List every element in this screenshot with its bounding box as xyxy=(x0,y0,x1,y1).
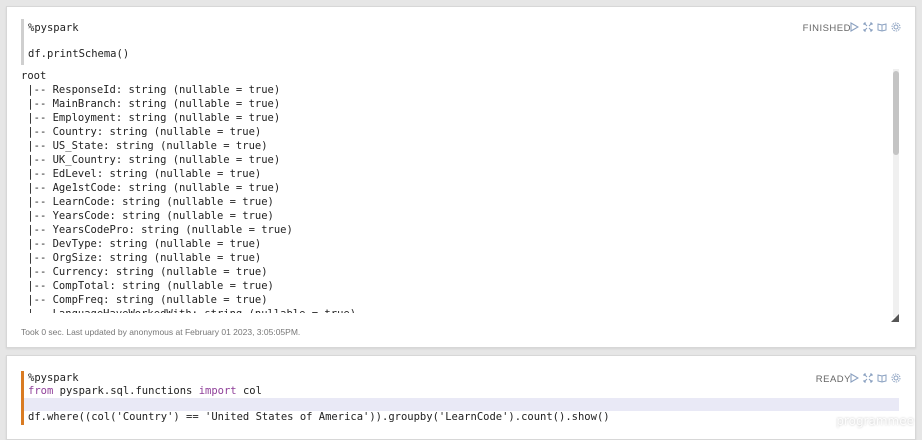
keyword-import: import xyxy=(198,385,237,397)
schema-field: |-- US_State: string (nullable = true) xyxy=(21,140,268,152)
code-editor[interactable]: %pyspark from pyspark.sql.functions impo… xyxy=(21,371,899,425)
resize-handle-icon[interactable] xyxy=(891,309,899,322)
schema-field: |-- CompTotal: string (nullable = true) xyxy=(21,280,274,292)
imported-name: col xyxy=(236,385,262,397)
schema-field: |-- YearsCodePro: string (nullable = tru… xyxy=(21,224,293,236)
paragraph-footer: Took 0 sec. Last updated by anonymous at… xyxy=(21,327,301,337)
keyword-from: from xyxy=(28,385,54,397)
run-icon[interactable] xyxy=(849,21,859,33)
paragraph-controls xyxy=(849,372,901,384)
schema-field: |-- Age1stCode: string (nullable = true) xyxy=(21,182,281,194)
schema-output[interactable]: root |-- ResponseId: string (nullable = … xyxy=(21,69,899,319)
scrollbar-thumb[interactable] xyxy=(893,71,899,155)
current-line-highlight xyxy=(24,398,899,411)
paragraph-controls xyxy=(849,21,901,33)
paragraph-where-query: %pyspark from pyspark.sql.functions impo… xyxy=(6,355,916,440)
code-line-1: %pyspark xyxy=(28,22,79,34)
paragraph-status: READY xyxy=(815,374,851,385)
schema-field: |-- ResponseId: string (nullable = true) xyxy=(21,84,281,96)
schema-field: |-- EdLevel: string (nullable = true) xyxy=(21,168,262,180)
schema-field: |-- Employment: string (nullable = true) xyxy=(21,112,281,124)
code-line-4: df.where((col('Country') == 'United Stat… xyxy=(28,411,610,423)
schema-field: |-- Currency: string (nullable = true) xyxy=(21,266,268,278)
schema-field: |-- DevType: string (nullable = true) xyxy=(21,238,262,250)
schema-field: |-- LearnCode: string (nullable = true) xyxy=(21,196,274,208)
expand-icon[interactable] xyxy=(863,372,873,384)
schema-field: |-- OrgSize: string (nullable = true) xyxy=(21,252,262,264)
book-icon[interactable] xyxy=(877,372,887,384)
schema-root: root xyxy=(21,70,47,82)
run-icon[interactable] xyxy=(849,372,859,384)
module-name: pyspark.sql.functions xyxy=(53,385,199,397)
code-line-2: from pyspark.sql.functions import col xyxy=(28,385,262,397)
paragraph-status: FINISHED xyxy=(802,23,851,34)
schema-field: |-- MainBranch: string (nullable = true) xyxy=(21,98,281,110)
gear-icon[interactable] xyxy=(891,21,901,33)
watermark: programmee xyxy=(820,414,914,428)
watermark-logo-icon xyxy=(821,416,832,426)
watermark-text: programmee xyxy=(836,414,914,428)
gear-icon[interactable] xyxy=(891,372,901,384)
code-editor[interactable]: %pyspark df.printSchema() xyxy=(21,19,899,65)
expand-icon[interactable] xyxy=(863,21,873,33)
schema-field: |-- UK_Country: string (nullable = true) xyxy=(21,154,281,166)
book-icon[interactable] xyxy=(877,21,887,33)
schema-field: |-- Country: string (nullable = true) xyxy=(21,126,262,138)
schema-field: |-- CompFreq: string (nullable = true) xyxy=(21,294,268,306)
schema-field: |-- LanguageHaveWorkedWith: string (null… xyxy=(21,307,899,313)
paragraph-print-schema: %pyspark df.printSchema() FINISHED root … xyxy=(6,6,916,348)
schema-field: |-- YearsCode: string (nullable = true) xyxy=(21,210,274,222)
code-line-3: df.printSchema() xyxy=(28,48,130,60)
output-scrollbar[interactable] xyxy=(893,69,899,317)
code-line-1: %pyspark xyxy=(28,372,79,384)
